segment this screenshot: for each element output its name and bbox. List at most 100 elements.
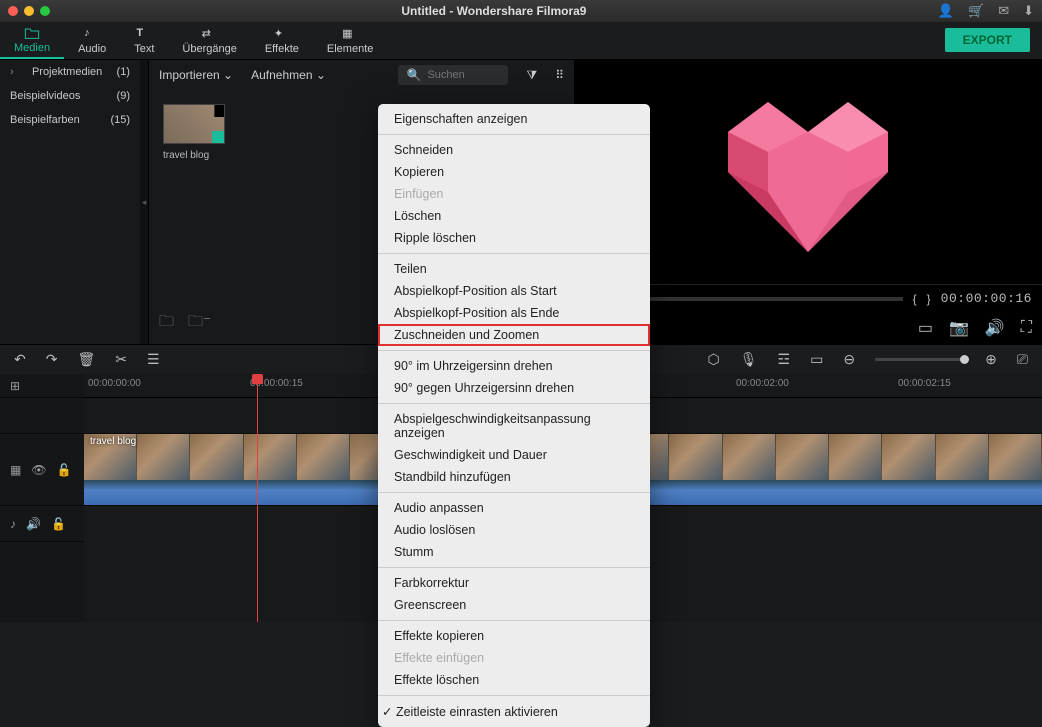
- tab-audio[interactable]: ♪ Audio: [64, 22, 120, 59]
- tab-media-label: Medien: [14, 42, 50, 54]
- close-window[interactable]: [8, 6, 18, 16]
- ctx-speed-adjust[interactable]: Abspielgeschwindigkeitsanpassung anzeige…: [378, 408, 650, 444]
- volume-icon[interactable]: 🔊: [985, 318, 1005, 338]
- sidebar-count: (9): [117, 90, 130, 102]
- heart-graphic: [708, 82, 908, 262]
- ctx-fx-delete[interactable]: Effekte löschen: [378, 669, 650, 691]
- sidebar-item-project-media[interactable]: Projektmedien (1): [0, 60, 140, 84]
- sidebar-item-sample-videos[interactable]: Beispielvideos (9): [0, 84, 140, 108]
- search-input[interactable]: [427, 69, 497, 81]
- ruler-tick: 00:00:02:00: [736, 378, 789, 389]
- track-mute-icon[interactable]: 🔊: [26, 517, 41, 531]
- video-track-head: ▦ 👁 🔓: [0, 434, 84, 506]
- add-track-button[interactable]: ⊞: [0, 374, 84, 398]
- audio-track-icon: ♪: [10, 517, 16, 531]
- ctx-audio-adjust[interactable]: Audio anpassen: [378, 497, 650, 519]
- ruler-tick: 00:00:00:00: [88, 378, 141, 389]
- ctx-crop-zoom[interactable]: Zuschneiden und Zoomen: [378, 324, 650, 346]
- ctx-paste: Einfügen: [378, 183, 650, 205]
- ctx-snap-timeline[interactable]: Zeitleiste einrasten aktivieren: [378, 700, 650, 723]
- sidebar-collapse-handle[interactable]: ◂: [140, 60, 148, 344]
- window-controls: [8, 6, 50, 16]
- edit-button[interactable]: ☰: [147, 351, 160, 368]
- tab-media[interactable]: Medien: [0, 22, 64, 59]
- redo-button[interactable]: ↷: [46, 351, 58, 368]
- account-icon[interactable]: 👤: [938, 3, 954, 19]
- mark-in-icon[interactable]: {: [913, 292, 917, 306]
- ctx-rotate-cw[interactable]: 90° im Uhrzeigersinn drehen: [378, 355, 650, 377]
- ctx-freeze-frame[interactable]: Standbild hinzufügen: [378, 466, 650, 488]
- search-box[interactable]: 🔍: [398, 65, 508, 85]
- zoom-fit-icon[interactable]: ⎚: [1017, 351, 1028, 368]
- cart-icon[interactable]: 🛒: [968, 3, 984, 19]
- delete-folder-icon[interactable]: 🗀⁻: [188, 311, 211, 336]
- render-icon[interactable]: ▭: [810, 351, 823, 368]
- split-button[interactable]: ✂: [115, 351, 127, 368]
- mark-out-icon[interactable]: }: [927, 292, 931, 306]
- ctx-audio-detach[interactable]: Audio loslösen: [378, 519, 650, 541]
- fullscreen-icon[interactable]: ⛶: [1021, 319, 1032, 337]
- mixer-icon[interactable]: ☲: [778, 351, 791, 368]
- record-menu[interactable]: Aufnehmen ⌄: [251, 68, 326, 82]
- track-settings-icon[interactable]: ▦: [10, 463, 21, 477]
- sidebar-label: Projektmedien: [32, 66, 102, 78]
- track-visibility-icon[interactable]: 👁: [31, 463, 46, 477]
- new-folder-icon[interactable]: 🗀: [159, 311, 174, 336]
- sidebar-count: (1): [117, 66, 130, 78]
- record-screen-icon[interactable]: ▭: [918, 318, 933, 338]
- ruler-tick: 00:00:02:15: [898, 378, 951, 389]
- ctx-playhead-end[interactable]: Abspielkopf-Position als Ende: [378, 302, 650, 324]
- snapshot-icon[interactable]: 📷: [949, 318, 969, 338]
- voiceover-icon[interactable]: 🎙: [740, 351, 758, 368]
- minimize-window[interactable]: [24, 6, 34, 16]
- tab-effects[interactable]: ✦ Effekte: [251, 22, 313, 59]
- import-menu[interactable]: Importieren ⌄: [159, 68, 233, 82]
- zoom-out-button[interactable]: ⊖: [843, 351, 855, 368]
- ctx-greenscreen[interactable]: Greenscreen: [378, 594, 650, 616]
- track-lock-icon[interactable]: 🔓: [57, 463, 72, 477]
- ctx-copy[interactable]: Kopieren: [378, 161, 650, 183]
- track-lock-icon[interactable]: 🔓: [51, 517, 66, 531]
- audio-track-head: ♪ 🔊 🔓: [0, 506, 84, 542]
- ctx-ripple-delete[interactable]: Ripple löschen: [378, 227, 650, 249]
- track-spacer-head: [0, 398, 84, 434]
- tab-transitions[interactable]: ⇄ Übergänge: [168, 22, 250, 59]
- grid-view-icon[interactable]: ⠿: [555, 68, 564, 82]
- filter-icon[interactable]: ⧩: [526, 68, 537, 83]
- ctx-rotate-ccw[interactable]: 90° gegen Uhrzeigersinn drehen: [378, 377, 650, 399]
- ctx-speed-duration[interactable]: Geschwindigkeit und Dauer: [378, 444, 650, 466]
- media-sidebar: Projektmedien (1) Beispielvideos (9) Bei…: [0, 60, 140, 344]
- undo-button[interactable]: ↶: [14, 351, 26, 368]
- download-icon[interactable]: ⬇: [1023, 3, 1034, 19]
- zoom-window[interactable]: [40, 6, 50, 16]
- ctx-fx-copy[interactable]: Effekte kopieren: [378, 625, 650, 647]
- sidebar-item-sample-colors[interactable]: Beispielfarben (15): [0, 108, 140, 132]
- playhead[interactable]: [257, 374, 258, 622]
- sidebar-count: (15): [110, 114, 130, 126]
- macos-titlebar: Untitled - Wondershare Filmora9 👤 🛒 ✉ ⬇: [0, 0, 1042, 22]
- ctx-color-correction[interactable]: Farbkorrektur: [378, 572, 650, 594]
- tab-text[interactable]: T Text: [120, 22, 168, 59]
- export-button[interactable]: EXPORT: [945, 28, 1030, 52]
- zoom-slider[interactable]: [875, 358, 965, 361]
- tab-elements[interactable]: ▦ Elemente: [313, 22, 387, 59]
- media-thumbnail[interactable]: travel blog: [163, 104, 225, 161]
- titlebar-right-icons: 👤 🛒 ✉ ⬇: [938, 3, 1034, 19]
- mail-icon[interactable]: ✉: [998, 3, 1009, 19]
- ctx-mute[interactable]: Stumm: [378, 541, 650, 563]
- ctx-show-properties[interactable]: Eigenschaften anzeigen: [378, 108, 650, 130]
- ctx-playhead-start[interactable]: Abspielkopf-Position als Start: [378, 280, 650, 302]
- chevron-down-icon: ⌄: [316, 68, 326, 82]
- ctx-split[interactable]: Teilen: [378, 258, 650, 280]
- tab-text-label: Text: [134, 43, 154, 55]
- delete-button[interactable]: 🗑: [77, 351, 95, 368]
- sidebar-label: Beispielvideos: [10, 90, 80, 102]
- zoom-in-button[interactable]: ⊕: [985, 351, 997, 368]
- ctx-delete[interactable]: Löschen: [378, 205, 650, 227]
- ctx-cut[interactable]: Schneiden: [378, 139, 650, 161]
- tab-elements-label: Elemente: [327, 43, 373, 55]
- window-title: Untitled - Wondershare Filmora9: [50, 4, 938, 18]
- media-toolbar: Importieren ⌄ Aufnehmen ⌄ 🔍 ⧩ ⠿: [149, 60, 574, 90]
- search-icon: 🔍: [406, 68, 421, 82]
- marker-icon[interactable]: ⬡: [708, 351, 720, 368]
